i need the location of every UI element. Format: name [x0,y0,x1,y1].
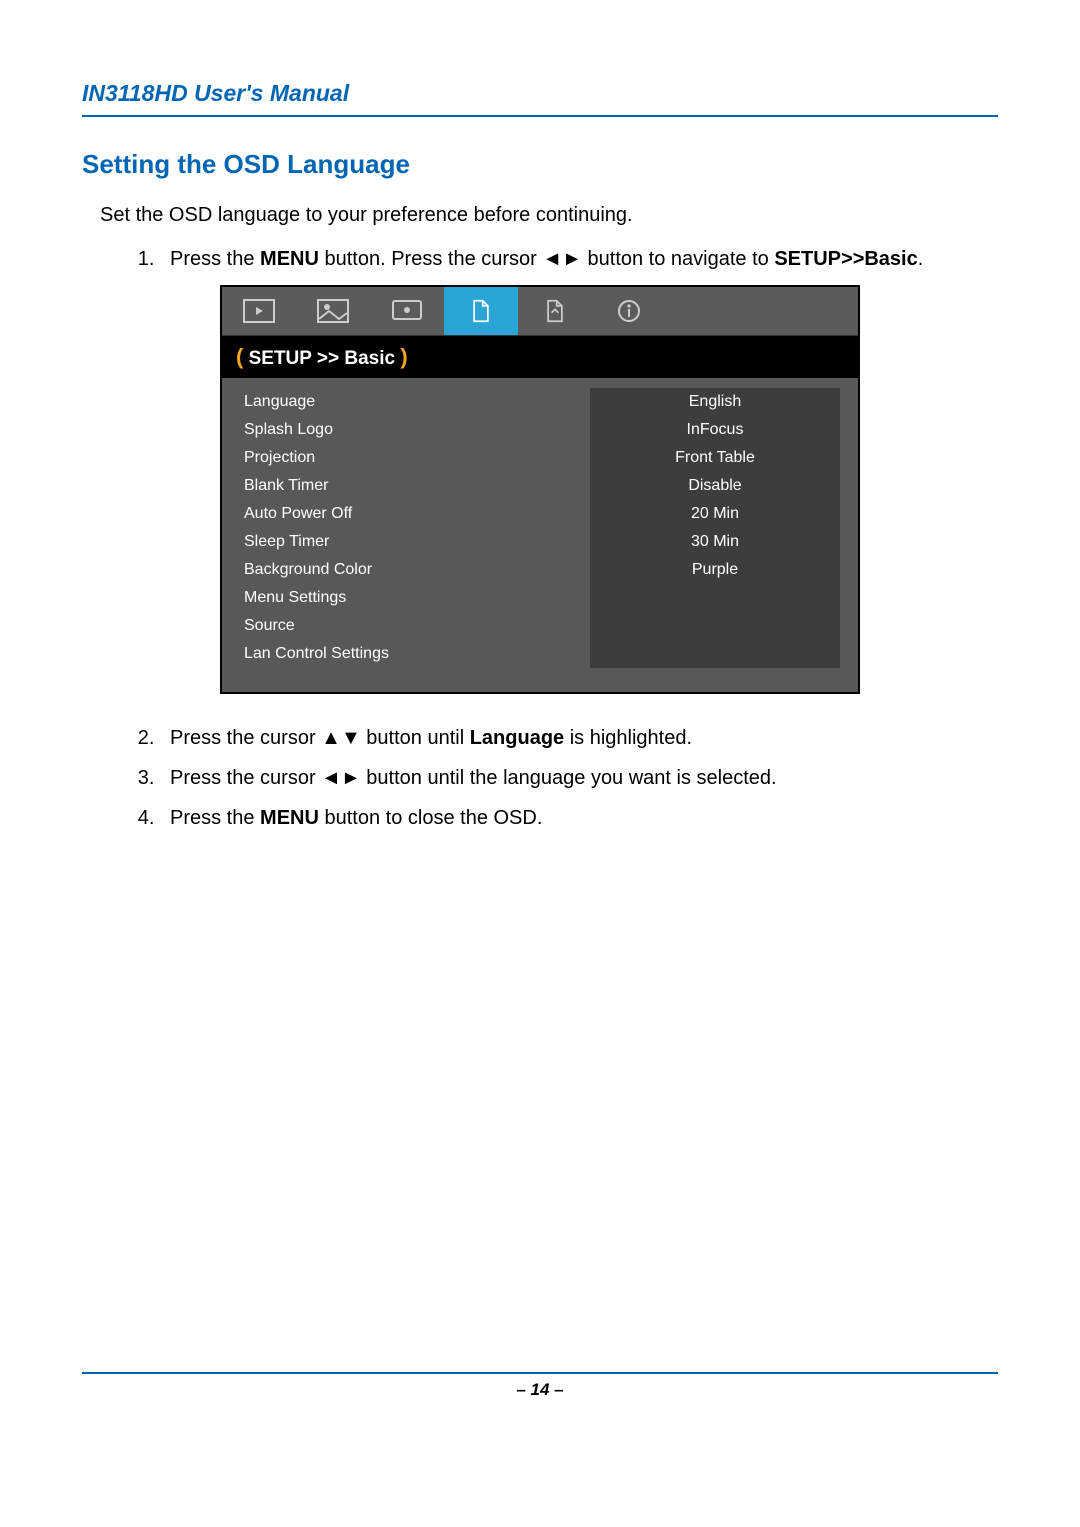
image-icon [317,299,349,323]
osd-value-language: English [590,388,840,416]
step-4-text-c: button to close the OSD. [319,807,542,829]
section-title: Setting the OSD Language [82,149,998,180]
step-3: Press the cursor ◄► button until the lan… [160,764,998,792]
osd-panel: ( SETUP >> Basic ) Language Splash Logo … [220,285,860,694]
osd-breadcrumb: ( SETUP >> Basic ) [222,336,858,378]
osd-item-projection[interactable]: Projection [240,444,590,472]
step-1-menu: MENU [260,248,319,270]
step-2-text-c: is highlighted. [564,727,692,749]
step-2-language: Language [470,727,564,749]
step-1-text-c: button. Press the cursor ◄► button to na… [319,248,774,270]
page-number: – 14 – [82,1380,998,1400]
step-4: Press the MENU button to close the OSD. [160,804,998,832]
osd-item-sleep-timer[interactable]: Sleep Timer [240,528,590,556]
step-4-menu: MENU [260,807,319,829]
step-1-text-e: . [918,248,924,270]
step-2: Press the cursor ▲▼ button until Languag… [160,724,998,752]
osd-value-auto-power-off: 20 Min [590,500,840,528]
osd-breadcrumb-text: SETUP >> Basic [249,348,395,369]
osd-item-source[interactable]: Source [240,612,590,640]
osd-value-projection: Front Table [590,444,840,472]
paren-right-icon: ) [400,344,407,369]
step-2-text-a: Press the cursor ▲▼ button until [170,727,470,749]
screen-icon [391,299,423,323]
osd-item-menu-settings[interactable]: Menu Settings [240,584,590,612]
info-icon [613,299,645,323]
page-footer: – 14 – [82,1372,998,1400]
osd-menu-labels: Language Splash Logo Projection Blank Ti… [240,388,590,668]
steps-list-cont: Press the cursor ▲▼ button until Languag… [160,724,998,832]
osd-value-blank-timer: Disable [590,472,840,500]
play-rect-icon [243,299,275,323]
step-4-text-a: Press the [170,807,260,829]
step-1-text-a: Press the [170,248,260,270]
osd-item-blank-timer[interactable]: Blank Timer [240,472,590,500]
paren-left-icon: ( [236,344,243,369]
osd-value-sleep-timer: 30 Min [590,528,840,556]
footer-divider [82,1372,998,1374]
osd-tab-setup-advanced[interactable] [518,287,592,335]
osd-tab-picture[interactable] [222,287,296,335]
document-icon [465,299,497,323]
osd-item-auto-power-off[interactable]: Auto Power Off [240,500,590,528]
intro-text: Set the OSD language to your preference … [100,204,998,227]
osd-tab-bar [222,287,858,336]
step-1: Press the MENU button. Press the cursor … [160,245,998,273]
osd-value-background-color: Purple [590,556,840,584]
osd-tab-display[interactable] [370,287,444,335]
osd-item-background-color[interactable]: Background Color [240,556,590,584]
osd-menu-values: English InFocus Front Table Disable 20 M… [590,388,840,668]
page-header-title: IN3118HD User's Manual [82,80,998,107]
header-divider [82,115,998,117]
steps-list: Press the MENU button. Press the cursor … [160,245,998,273]
osd-tab-image[interactable] [296,287,370,335]
osd-value-splash-logo: InFocus [590,416,840,444]
osd-tab-info[interactable] [592,287,666,335]
osd-body: Language Splash Logo Projection Blank Ti… [222,378,858,692]
osd-item-splash-logo[interactable]: Splash Logo [240,416,590,444]
document-arrow-icon [539,299,571,323]
osd-item-language[interactable]: Language [240,388,590,416]
osd-tab-setup-basic[interactable] [444,287,518,335]
step-1-setup: SETUP>>Basic [774,248,917,270]
osd-screenshot: ( SETUP >> Basic ) Language Splash Logo … [82,285,998,694]
osd-item-lan-control[interactable]: Lan Control Settings [240,640,590,668]
